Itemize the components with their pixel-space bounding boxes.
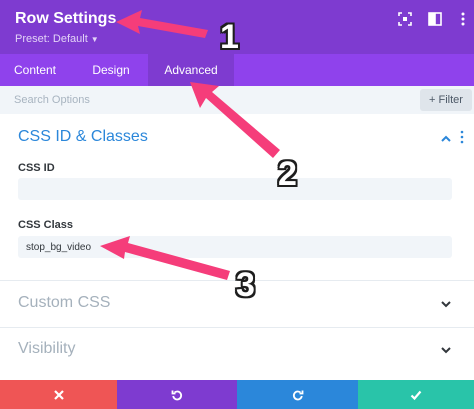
more-options-icon[interactable] [456,12,470,26]
section-title-custom-css[interactable]: Custom CSS [18,294,110,312]
check-icon [410,390,422,400]
css-class-label: CSS Class [18,219,74,231]
settings-tabs: Content Design Advanced [0,54,474,86]
annotation-number-1: 1 [220,18,239,56]
preset-label: Preset: Default [15,33,88,45]
chevron-up-icon[interactable] [440,133,452,145]
tab-content[interactable]: Content [0,54,70,86]
expand-icon[interactable] [398,12,412,26]
save-button[interactable] [358,380,474,409]
preset-selector[interactable]: Preset: Default ▼ [15,33,99,45]
split-view-icon[interactable] [428,12,442,26]
css-class-input[interactable] [18,236,452,258]
section-divider [0,327,474,328]
section-title-visibility[interactable]: Visibility [18,340,76,358]
tab-design[interactable]: Design [76,54,146,86]
redo-button[interactable] [237,380,358,409]
chevron-down-icon[interactable] [440,298,452,310]
caret-down-icon: ▼ [90,35,99,44]
discard-button[interactable] [0,380,117,409]
annotation-number-2: 2 [278,155,297,193]
filter-button[interactable]: + Filter [420,89,472,111]
undo-button[interactable] [117,380,237,409]
close-icon [53,389,64,400]
tab-advanced[interactable]: Advanced [148,54,234,86]
modal-footer [0,380,474,409]
modal-title: Row Settings [15,10,117,27]
section-title-css-id-classes[interactable]: CSS ID & Classes [18,128,148,146]
search-input[interactable] [14,92,394,108]
css-id-label: CSS ID [18,162,55,174]
undo-icon [171,390,183,400]
more-options-icon[interactable] [459,130,465,144]
chevron-down-icon[interactable] [440,344,452,356]
redo-icon [292,390,303,400]
search-bar: + Filter [0,86,474,114]
css-id-input[interactable] [18,178,452,200]
annotation-number-3: 3 [236,266,255,304]
